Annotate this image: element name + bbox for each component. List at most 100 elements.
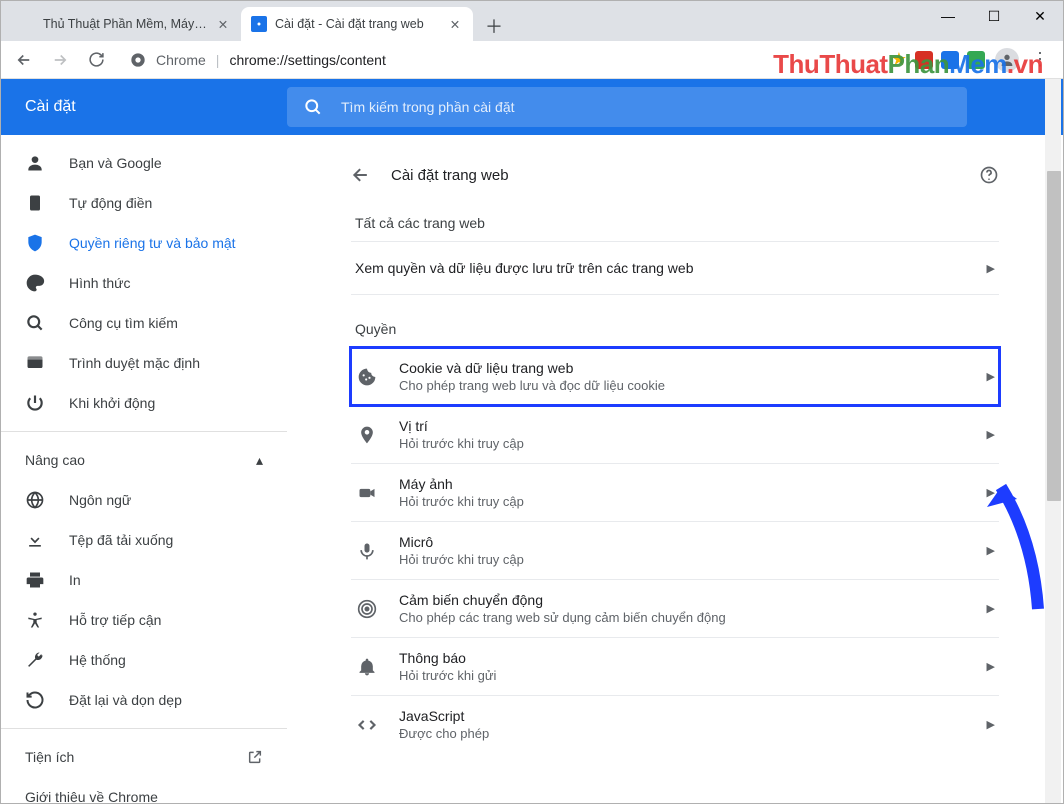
palette-icon: [25, 273, 45, 293]
browser-icon: [25, 353, 45, 373]
sidebar-item-label: In: [69, 572, 81, 588]
sidebar-item-label: Hỗ trợ tiếp cận: [69, 612, 161, 628]
chevron-right-icon: ▶: [987, 428, 995, 441]
close-window-button[interactable]: ✕: [1017, 1, 1063, 31]
close-icon[interactable]: ✕: [447, 16, 463, 32]
note-icon: [25, 193, 45, 213]
code-icon: [355, 715, 379, 735]
sidebar-item-access[interactable]: Hỗ trợ tiếp cận: [1, 600, 277, 640]
row-title: Vị trí: [399, 418, 967, 434]
page-back-button[interactable]: [351, 165, 371, 185]
sidebar-item-shield[interactable]: Quyền riêng tư và bảo mật: [1, 223, 277, 263]
settings-search[interactable]: [287, 87, 967, 127]
page-scrollbar-thumb[interactable]: [1047, 171, 1061, 501]
mic-icon: [355, 541, 379, 561]
minimize-button[interactable]: ―: [925, 1, 971, 31]
sidebar-item-power[interactable]: Khi khởi động: [1, 383, 277, 423]
row-title: Cookie và dữ liệu trang web: [399, 360, 967, 376]
window-titlebar: Thủ Thuật Phần Mềm, Máy Tính, ✕ Cài đặt …: [1, 1, 1063, 41]
row-subtitle: Cho phép trang web lưu và đọc dữ liệu co…: [399, 378, 967, 393]
cookie-icon: [355, 367, 379, 387]
url-text: chrome://settings/content: [229, 52, 385, 68]
perm-row-bell[interactable]: Thông báoHỏi trước khi gửi▶: [351, 637, 999, 695]
forward-button[interactable]: [45, 45, 75, 75]
chevron-right-icon: ▶: [987, 370, 995, 383]
sidebar-item-person[interactable]: Bạn và Google: [1, 143, 277, 183]
profile-avatar[interactable]: [995, 48, 1019, 72]
star-icon[interactable]: ★: [891, 49, 907, 70]
extension-icons: ★: [891, 49, 989, 70]
browser-tabs: Thủ Thuật Phần Mềm, Máy Tính, ✕ Cài đặt …: [1, 1, 509, 41]
chevron-right-icon: ▶: [987, 718, 995, 731]
address-bar[interactable]: Chrome | chrome://settings/content: [117, 45, 885, 75]
row-subtitle: Được cho phép: [399, 726, 967, 741]
tab-favicon: [19, 16, 35, 32]
sidebar-item-note[interactable]: Tự động điền: [1, 183, 277, 223]
row-subtitle: Hỏi trước khi truy cập: [399, 436, 967, 451]
new-tab-button[interactable]: ＋: [479, 11, 509, 41]
perm-row-code[interactable]: JavaScript Được cho phép ▶: [351, 695, 999, 753]
browser-tab[interactable]: Thủ Thuật Phần Mềm, Máy Tính, ✕: [9, 7, 241, 41]
settings-search-input[interactable]: [339, 98, 951, 116]
menu-button[interactable]: ⋮: [1025, 45, 1055, 75]
maximize-button[interactable]: ☐: [971, 1, 1017, 31]
sidebar-item-browser[interactable]: Trình duyệt mặc định: [1, 343, 277, 383]
access-icon: [25, 610, 45, 630]
row-title: Thông báo: [399, 650, 967, 666]
help-icon[interactable]: [979, 165, 999, 185]
sidebar-item-globe[interactable]: Ngôn ngữ: [1, 480, 277, 520]
url-scheme-label: Chrome: [156, 52, 206, 68]
sidebar-item-print[interactable]: In: [1, 560, 277, 600]
sidebar-item-label: Hình thức: [69, 275, 131, 291]
extension-icon[interactable]: [967, 51, 985, 69]
browser-tab[interactable]: Cài đặt - Cài đặt trang web ✕: [241, 7, 473, 41]
sidebar-item-label: Tự động điền: [69, 195, 152, 211]
perm-row-motion[interactable]: Cảm biến chuyển động Cho phép các trang w…: [351, 579, 999, 637]
open-external-icon: [247, 749, 263, 765]
tab-favicon: [251, 16, 267, 32]
row-title: Micrô: [399, 534, 967, 550]
row-subtitle: Cho phép các trang web sử dụng cảm biến …: [399, 610, 967, 625]
camera-icon: [355, 483, 379, 503]
extension-icon[interactable]: [915, 51, 933, 69]
sidebar-item-download[interactable]: Tệp đã tải xuống: [1, 520, 277, 560]
sidebar-item-wrench[interactable]: Hệ thống: [1, 640, 277, 680]
shield-icon: [25, 233, 45, 253]
perm-row-location[interactable]: Vị trí Hỏi trước khi truy cập ▶: [351, 405, 999, 463]
row-all-sites[interactable]: Xem quyền và dữ liệu được lưu trữ trên c…: [351, 241, 999, 295]
settings-main: Cài đặt trang web Tất cả các trang web X…: [287, 135, 1063, 803]
sidebar-item-label: Quyền riêng tư và bảo mật: [69, 235, 236, 251]
back-button[interactable]: [9, 45, 39, 75]
perm-row-mic[interactable]: MicrôHỏi trước khi truy cập▶: [351, 521, 999, 579]
wrench-icon: [25, 650, 45, 670]
extension-icon[interactable]: [941, 51, 959, 69]
reset-icon: [25, 690, 45, 710]
section-label: Tất cả các trang web: [355, 215, 995, 231]
sidebar-item-reset[interactable]: Đặt lại và dọn dẹp: [1, 680, 277, 720]
row-title: Cảm biến chuyển động: [399, 592, 967, 608]
sidebar-about[interactable]: Giới thiệu về Chrome: [1, 777, 287, 803]
chevron-right-icon: ▶: [987, 486, 995, 499]
chevron-right-icon: ▶: [987, 660, 995, 673]
row-title: Máy ảnh: [399, 476, 967, 492]
perm-row-cookie[interactable]: Cookie và dữ liệu trang web Cho phép tran…: [351, 348, 999, 405]
reload-button[interactable]: [81, 45, 111, 75]
sidebar-advanced-toggle[interactable]: Nâng cao▴: [1, 440, 287, 480]
power-icon: [25, 393, 45, 413]
sidebar-item-label: Bạn và Google: [69, 155, 162, 171]
sidebar-extensions[interactable]: Tiện ích: [1, 737, 287, 777]
chevron-right-icon: ▶: [987, 262, 995, 275]
sidebar-item-label: Trình duyệt mặc định: [69, 355, 200, 371]
globe-icon: [25, 490, 45, 510]
section-label: Quyền: [355, 321, 995, 337]
download-icon: [25, 530, 45, 550]
close-icon[interactable]: ✕: [215, 16, 231, 32]
bell-icon: [355, 657, 379, 677]
sidebar-item-label: Công cụ tìm kiếm: [69, 315, 178, 331]
row-subtitle: Hỏi trước khi truy cập: [399, 552, 967, 567]
perm-row-camera[interactable]: Máy ảnhHỏi trước khi truy cập▶: [351, 463, 999, 521]
sidebar-item-palette[interactable]: Hình thức: [1, 263, 277, 303]
sidebar-item-search[interactable]: Công cụ tìm kiếm: [1, 303, 277, 343]
person-icon: [25, 153, 45, 173]
row-title: JavaScript: [399, 708, 967, 724]
